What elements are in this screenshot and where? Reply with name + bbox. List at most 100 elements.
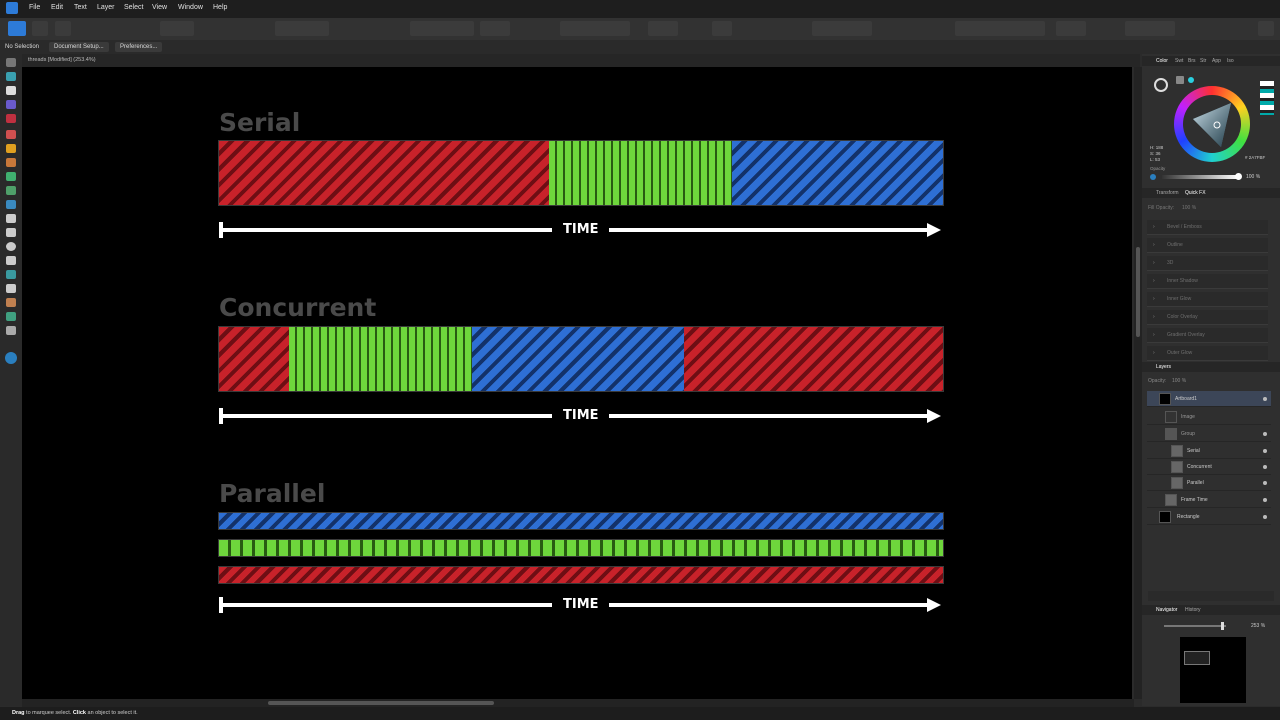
eyedropper-tool-icon[interactable] xyxy=(6,298,16,307)
transform-panel-icon[interactable] xyxy=(1056,21,1086,36)
pixel-persona-icon[interactable] xyxy=(32,21,48,36)
layer-row-image[interactable]: Image xyxy=(1147,409,1271,425)
geometry-tools-icon[interactable] xyxy=(955,21,1045,36)
visibility-dot[interactable] xyxy=(1263,481,1267,485)
tab-navigator[interactable]: Navigator xyxy=(1156,607,1177,613)
rectangle-tool-icon[interactable] xyxy=(6,228,16,237)
align-tools-icon[interactable] xyxy=(560,21,630,36)
document-setup-button[interactable]: Document Setup... xyxy=(49,42,109,52)
layers-footer-toolbar[interactable] xyxy=(1148,591,1274,601)
zoom-tool-icon[interactable] xyxy=(6,326,16,335)
fill-stroke-swatch[interactable] xyxy=(1154,78,1168,92)
fx-3d[interactable]: › 3D xyxy=(1147,256,1268,271)
tab-iso[interactable]: Iso xyxy=(1227,58,1234,64)
view-mode-group-icon[interactable] xyxy=(160,21,194,36)
assistant-icon[interactable] xyxy=(1125,21,1175,36)
snapping-icon[interactable] xyxy=(812,21,872,36)
menu-edit[interactable]: Edit xyxy=(51,4,63,11)
tab-history[interactable]: History xyxy=(1185,607,1201,613)
fx-inner-glow[interactable]: › Inner Glow xyxy=(1147,292,1268,307)
document-tab[interactable]: threads [Modified] (253.4%) xyxy=(22,54,1140,67)
visibility-dot[interactable] xyxy=(1263,397,1267,401)
ellipse-tool-icon[interactable] xyxy=(6,242,16,251)
opacity-value[interactable]: 100 % xyxy=(1246,174,1260,180)
designer-persona-icon[interactable] xyxy=(8,21,26,36)
fx-outer-glow[interactable]: › Outer Glow xyxy=(1147,346,1268,361)
zoom-slider[interactable] xyxy=(1164,625,1226,627)
fill-opacity-value[interactable]: 100 % xyxy=(1182,205,1196,211)
canvas[interactable]: Serial TIME Concurrent TIME Parallel TIM… xyxy=(22,67,1132,699)
boolean-tools-icon[interactable] xyxy=(648,21,678,36)
navigator-preview[interactable] xyxy=(1180,637,1246,703)
fill-bucket-tool-icon[interactable] xyxy=(6,172,16,181)
recent-swatches[interactable] xyxy=(1260,81,1274,115)
vertical-scroll-thumb[interactable] xyxy=(1136,247,1140,337)
fx-color-overlay[interactable]: › Color Overlay xyxy=(1147,310,1268,325)
color-picker-tool-icon[interactable] xyxy=(6,312,16,321)
zoom-slider-handle[interactable] xyxy=(1221,622,1224,630)
layer-row-frame-time[interactable]: Frame Time xyxy=(1147,492,1271,508)
fx-inner-shadow[interactable]: › Inner Shadow xyxy=(1147,274,1268,289)
menu-layer[interactable]: Layer xyxy=(97,4,115,11)
menu-file[interactable]: File xyxy=(29,4,40,11)
pen-tool-icon[interactable] xyxy=(6,130,16,139)
layers-opacity-value[interactable]: 100 % xyxy=(1172,378,1186,384)
tab-quick-fx[interactable]: Quick FX xyxy=(1185,190,1206,196)
brush-tool-icon[interactable] xyxy=(6,158,16,167)
active-color-swatch[interactable] xyxy=(5,352,17,364)
fx-bevel-emboss[interactable]: › Bevel / Emboss xyxy=(1147,220,1268,235)
tab-color[interactable]: Color xyxy=(1156,58,1168,64)
account-icon[interactable] xyxy=(1258,21,1274,36)
fx-gradient-overlay[interactable]: › Gradient Overlay xyxy=(1147,328,1268,343)
triangle-tool-icon[interactable] xyxy=(6,256,16,265)
gradient-tool-icon[interactable] xyxy=(6,100,16,109)
tab-swatches[interactable]: Swt xyxy=(1175,58,1183,64)
export-persona-icon[interactable] xyxy=(55,21,71,36)
move-tool-icon[interactable] xyxy=(6,58,16,67)
tab-transform[interactable]: Transform xyxy=(1156,190,1179,196)
fill-tool-icon[interactable] xyxy=(6,114,16,123)
tab-stroke[interactable]: Str xyxy=(1200,58,1206,64)
zoom-value[interactable]: 253 % xyxy=(1251,623,1265,629)
opacity-slider[interactable] xyxy=(1162,175,1238,179)
text-tool-icon[interactable] xyxy=(6,284,16,293)
visibility-dot[interactable] xyxy=(1263,498,1267,502)
visibility-dot[interactable] xyxy=(1263,465,1267,469)
crop-tool-icon[interactable] xyxy=(6,214,16,223)
artboard-tool-icon[interactable] xyxy=(6,72,16,81)
layer-row-group[interactable]: Group xyxy=(1147,426,1271,442)
transparency-tool-icon[interactable] xyxy=(6,200,16,209)
preferences-button[interactable]: Preferences... xyxy=(115,42,163,52)
arrange-tools-icon[interactable] xyxy=(410,21,474,36)
pixel-tool-icon[interactable] xyxy=(6,186,16,195)
visibility-dot[interactable] xyxy=(1263,432,1267,436)
shape-tool-icon[interactable] xyxy=(6,270,16,279)
tab-appearance[interactable]: App xyxy=(1212,58,1221,64)
menu-text[interactable]: Text xyxy=(74,4,87,11)
menu-view[interactable]: View xyxy=(152,4,167,11)
insert-icon[interactable] xyxy=(712,21,732,36)
visibility-dot[interactable] xyxy=(1263,515,1267,519)
tab-brushes[interactable]: Brs xyxy=(1188,58,1196,64)
opacity-slider-handle[interactable] xyxy=(1235,173,1242,180)
pencil-tool-icon[interactable] xyxy=(6,144,16,153)
layer-row-artboard1[interactable]: Artboard1 xyxy=(1147,391,1271,407)
layer-row-concurrent[interactable]: Concurrent xyxy=(1147,459,1271,475)
eyedropper-icon[interactable] xyxy=(1176,76,1184,84)
menu-select[interactable]: Select xyxy=(124,4,143,11)
horizontal-scrollbar[interactable] xyxy=(22,699,1134,707)
menu-window[interactable]: Window xyxy=(178,4,203,11)
transform-tools-icon[interactable] xyxy=(275,21,329,36)
menu-help[interactable]: Help xyxy=(213,4,227,11)
layer-row-serial[interactable]: Serial xyxy=(1147,443,1271,459)
node-tool-icon[interactable] xyxy=(6,86,16,95)
visibility-dot[interactable] xyxy=(1263,449,1267,453)
order-icon[interactable] xyxy=(480,21,510,36)
layer-row-rectangle[interactable]: Rectangle xyxy=(1147,509,1271,525)
layer-row-parallel[interactable]: Parallel xyxy=(1147,475,1271,491)
fx-outline[interactable]: › Outline xyxy=(1147,238,1268,253)
color-wheel[interactable] xyxy=(1174,86,1250,162)
horizontal-scroll-thumb[interactable] xyxy=(268,701,494,705)
hex-value[interactable]: # 2A7FBF xyxy=(1245,155,1265,160)
tab-layers[interactable]: Layers xyxy=(1156,364,1171,370)
